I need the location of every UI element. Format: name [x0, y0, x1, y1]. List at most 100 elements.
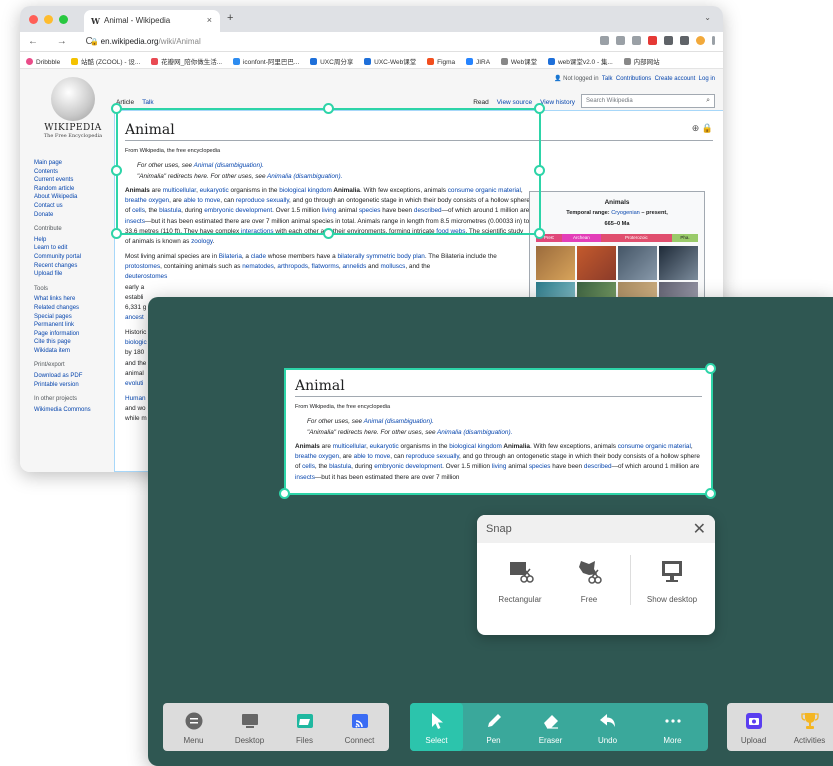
sidebar-item-community-portal[interactable]: Community portal: [34, 253, 114, 262]
desktop-button[interactable]: Desktop: [223, 703, 276, 751]
animal-photo[interactable]: [659, 245, 698, 280]
search-input[interactable]: Search Wikipedia ⌕: [581, 94, 715, 108]
sidebar-item-learn-to-edit[interactable]: Learn to edit: [34, 244, 114, 253]
animal-photo[interactable]: [536, 245, 575, 280]
whiteboard-canvas[interactable]: Animal From Wikipedia, the free encyclop…: [148, 297, 833, 766]
lock-icon: 🔒: [90, 39, 101, 46]
bookmark-item[interactable]: Dribbble: [26, 58, 60, 66]
kebab-menu-icon[interactable]: [712, 36, 715, 45]
upload-button[interactable]: Upload: [727, 703, 780, 751]
resize-handle[interactable]: [534, 228, 545, 239]
profile-avatar-icon[interactable]: [696, 36, 705, 45]
select-tool-button[interactable]: Select: [410, 703, 463, 751]
sidebar-item-printable[interactable]: Printable version: [34, 381, 114, 390]
pen-tool-button[interactable]: Pen: [467, 703, 520, 751]
bookmark-item[interactable]: JIRA: [465, 58, 490, 66]
select-label: Select: [425, 736, 448, 745]
resize-handle[interactable]: [534, 165, 545, 176]
snap-option-rectangular[interactable]: Rectangular: [485, 559, 555, 604]
new-tab-button[interactable]: +: [227, 12, 233, 24]
tab-close-icon[interactable]: ×: [207, 15, 212, 25]
sidebar-item-main-page[interactable]: Main page: [34, 159, 114, 168]
chevron-down-icon[interactable]: ⌄: [704, 13, 711, 22]
bookmark-item[interactable]: web课堂v2.0 - 集...: [547, 56, 613, 66]
tab-view-source[interactable]: View source: [497, 99, 532, 106]
resize-handle[interactable]: [111, 228, 122, 239]
resize-handle[interactable]: [111, 103, 122, 114]
wikipedia-logo[interactable]: WIKIPEDIA The Free Encyclopedia: [40, 77, 106, 139]
sidebar-item-page-information[interactable]: Page information: [34, 330, 114, 339]
more-button[interactable]: More: [646, 703, 699, 751]
menu-button[interactable]: Menu: [167, 703, 220, 751]
snap-option-free[interactable]: Free: [554, 559, 624, 604]
eraser-tool-button[interactable]: Eraser: [524, 703, 577, 751]
create-account-link[interactable]: Create account: [655, 76, 696, 82]
undo-button[interactable]: Undo: [581, 703, 634, 751]
sidebar-item-random-article[interactable]: Random article: [34, 185, 114, 194]
resize-handle[interactable]: [323, 103, 334, 114]
sidebar-item-wikidata[interactable]: Wikidata item: [34, 347, 114, 356]
translate-icon[interactable]: [600, 36, 609, 45]
resize-handle[interactable]: [705, 363, 716, 374]
close-icon[interactable]: ✕: [693, 519, 706, 539]
sidebar-item-help[interactable]: Help: [34, 236, 114, 245]
selection-rectangle[interactable]: [116, 108, 541, 235]
resize-handle[interactable]: [534, 103, 545, 114]
sidebar-item-current-events[interactable]: Current events: [34, 176, 114, 185]
sidebar-item-permanent-link[interactable]: Permanent link: [34, 321, 114, 330]
close-window-icon[interactable]: [29, 15, 38, 24]
sidebar-item-recent-changes[interactable]: Recent changes: [34, 262, 114, 271]
temporal-range-ma: 665–0 Ma: [604, 220, 630, 227]
sidebar-item-about[interactable]: About Wikipedia: [34, 193, 114, 202]
sidebar-item-what-links-here[interactable]: What links here: [34, 295, 114, 304]
connect-button[interactable]: Connect: [333, 703, 386, 751]
resize-handle[interactable]: [323, 228, 334, 239]
address-bar[interactable]: 🔒 en.wikipedia.org/wiki/Animal: [90, 37, 201, 46]
files-button[interactable]: Files: [278, 703, 331, 751]
maximize-window-icon[interactable]: [59, 15, 68, 24]
contributions-link[interactable]: Contributions: [616, 76, 651, 82]
snapshot-selection[interactable]: [284, 368, 713, 495]
plus-circle-icon[interactable]: ⊕: [692, 123, 700, 133]
resize-handle[interactable]: [279, 488, 290, 499]
sidebar-icon[interactable]: [680, 36, 689, 45]
star-icon[interactable]: [632, 36, 641, 45]
bookmark-item[interactable]: UXC周分享: [310, 56, 353, 66]
logo-subtitle: The Free Encyclopedia: [43, 133, 103, 139]
sidebar-item-special-pages[interactable]: Special pages: [34, 313, 114, 322]
resize-handle[interactable]: [705, 488, 716, 499]
animal-photo[interactable]: [618, 245, 657, 280]
bookmark-item[interactable]: Web课堂: [500, 56, 537, 66]
log-in-link[interactable]: Log in: [699, 76, 715, 82]
tab-read[interactable]: Read: [473, 99, 489, 106]
talk-link[interactable]: Talk: [602, 76, 613, 82]
sidebar-item-donate[interactable]: Donate: [34, 211, 114, 220]
uxc-icon: [310, 58, 318, 65]
bookmark-item[interactable]: 站酷 (ZCOOL) - 设...: [71, 56, 140, 66]
sidebar-item-related-changes[interactable]: Related changes: [34, 304, 114, 313]
activities-button[interactable]: Activities: [783, 703, 833, 751]
bookmark-item[interactable]: Figma: [427, 58, 455, 66]
extension-red-icon[interactable]: [648, 36, 657, 45]
bookmark-item[interactable]: UXC-Web课堂: [364, 56, 416, 66]
uxc-web-icon: [364, 58, 372, 65]
browser-tab[interactable]: W Animal - Wikipedia ×: [84, 10, 220, 32]
minimize-window-icon[interactable]: [44, 15, 53, 24]
sidebar-item-upload-file[interactable]: Upload file: [34, 270, 114, 279]
animal-photo[interactable]: [577, 245, 616, 280]
bookmark-item[interactable]: iconfont-阿里巴巴...: [232, 56, 299, 66]
snap-option-show-desktop[interactable]: Show desktop: [637, 559, 707, 604]
sidebar-item-download-pdf[interactable]: Download as PDF: [34, 372, 114, 381]
sidebar-item-contents[interactable]: Contents: [34, 168, 114, 177]
bookmark-item[interactable]: 内部网站: [623, 56, 660, 66]
bookmark-item[interactable]: 花瓣网_陪你做生活...: [151, 56, 222, 66]
sidebar-item-contact[interactable]: Contact us: [34, 202, 114, 211]
tab-view-history[interactable]: View history: [540, 99, 575, 106]
resize-handle[interactable]: [111, 165, 122, 176]
sidebar-item-commons[interactable]: Wikimedia Commons: [34, 406, 114, 415]
search-icon[interactable]: ⌕: [706, 97, 710, 105]
sidebar-item-cite[interactable]: Cite this page: [34, 338, 114, 347]
puzzle-icon[interactable]: [664, 36, 673, 45]
tab-talk[interactable]: Talk: [142, 99, 154, 106]
share-icon[interactable]: [616, 36, 625, 45]
